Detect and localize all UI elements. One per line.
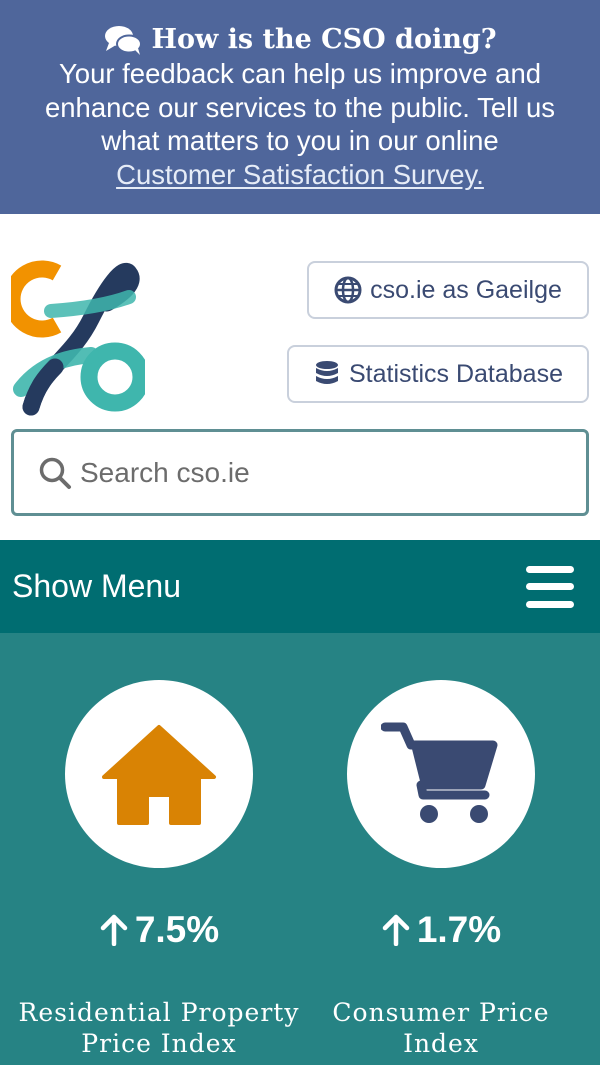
stat-card-residential-property[interactable]: 7.5% Residential Property Price Index [9, 633, 309, 1065]
arrow-up-icon [382, 914, 410, 946]
feedback-banner: How is the CSO doing? Your feedback can … [0, 0, 600, 214]
arrow-up-icon [100, 914, 128, 946]
stat-value-text: 7.5% [134, 909, 220, 950]
database-button-label: Statistics Database [349, 359, 563, 388]
feedback-title: How is the CSO doing? [0, 22, 600, 58]
cso-logo[interactable] [11, 259, 145, 417]
stat-value: 7.5% [9, 909, 309, 951]
language-button[interactable]: cso.ie as Gaeilge [307, 261, 589, 319]
show-menu-label: Show Menu [12, 568, 181, 604]
stats-section: 7.5% Residential Property Price Index 1.… [0, 633, 600, 1065]
search-input[interactable] [80, 456, 560, 489]
stat-label: Residential Property Price Index [18, 998, 300, 1058]
survey-link[interactable]: Customer Satisfaction Survey. [116, 159, 484, 190]
stat-value: 1.7% [291, 909, 591, 951]
stat-card-consumer-price[interactable]: 1.7% Consumer Price Index [291, 633, 591, 1065]
stat-icon-circle [347, 680, 535, 868]
database-icon [316, 361, 338, 384]
house-icon [102, 725, 216, 825]
stat-icon-circle [65, 680, 253, 868]
stat-label: Consumer Price Index [332, 998, 550, 1058]
feedback-title-text: How is the CSO doing? [151, 24, 497, 55]
search-icon [39, 457, 71, 489]
globe-icon [334, 276, 362, 304]
stat-value-text: 1.7% [416, 909, 502, 950]
hamburger-icon[interactable] [526, 565, 574, 608]
feedback-body: Your feedback can help us improve and en… [44, 58, 556, 156]
comments-icon [105, 26, 143, 55]
statistics-database-button[interactable]: Statistics Database [287, 345, 589, 403]
shopping-cart-icon [381, 722, 498, 823]
feedback-text: Your feedback can help us improve and en… [0, 57, 600, 191]
language-button-label: cso.ie as Gaeilge [370, 275, 562, 304]
show-menu-toggle[interactable]: Show Menu [0, 540, 600, 633]
search-box[interactable] [11, 429, 589, 516]
